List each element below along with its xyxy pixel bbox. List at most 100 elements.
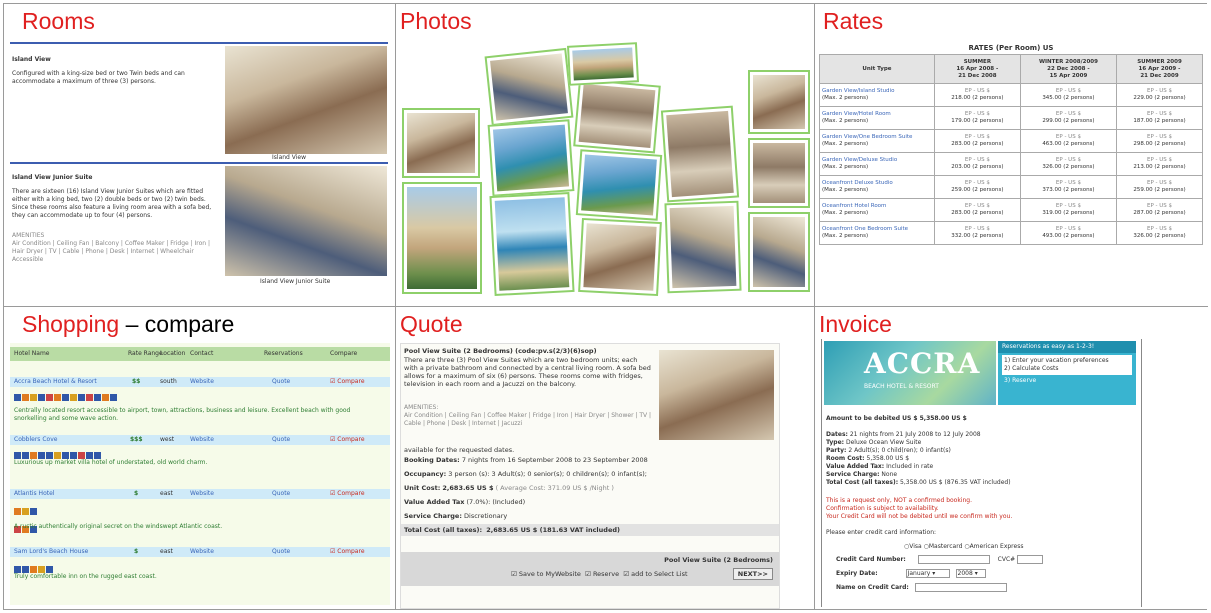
mastercard-radio[interactable]: ○Mastercard [924,543,963,550]
photo-thumb[interactable] [748,70,810,134]
compare-checkbox[interactable]: ☑ Compare [330,548,365,556]
cell-title: Photos [400,8,472,34]
unit-link[interactable]: Garden View/Island Studio [822,88,894,94]
quote-link[interactable]: Quote [272,490,290,498]
website-link[interactable]: Website [190,490,214,498]
photo-thumb[interactable] [573,78,661,154]
expiry-month-select[interactable]: January ▾ [905,569,950,578]
footer-options: ☑ Save to MyWebsite ☑ Reserve ☑ add to S… [511,570,688,578]
shopping-screenshot: Hotel Name Rate Range Location Contact R… [10,343,390,605]
footer-title: Pool View Suite (2 Bedrooms) [664,556,773,564]
cell-photos: Photos [396,4,815,307]
reserve-checkbox[interactable]: ☑ Reserve [585,570,619,578]
quote-link[interactable]: Quote [272,436,290,444]
unit-link[interactable]: Garden View/Hotel Room [822,111,891,117]
hotel-link[interactable]: Cobblers Cove [14,436,57,444]
quote-link[interactable]: Quote [272,378,290,386]
room-photo [225,46,387,154]
amenities-list: Air Condition | Ceiling Fan | Coffee Mak… [404,412,652,427]
amenities-list: Air Condition | Ceiling Fan | Balcony | … [12,240,211,263]
unit-link[interactable]: Garden View/Deluxe Studio [822,157,897,163]
cc-number-input[interactable] [917,555,990,564]
visa-radio[interactable]: ○Visa [904,543,922,550]
cc-name-input[interactable] [914,583,1007,592]
hotel-row: Accra Beach Hotel & Resort $$ south Webs… [10,377,390,387]
rates-row: Garden View/One Bedroom Suite (Max. 2 per… [819,129,1203,153]
select-list-checkbox[interactable]: ☑ add to Select List [623,570,687,578]
unit-link[interactable]: Oceanfront Hotel Room [822,203,886,209]
compare-checkbox[interactable]: ☑ Compare [330,436,365,444]
suite-desc: There are three (3) Pool View Suites whi… [404,356,651,388]
hotel-link[interactable]: Atlantis Hotel [14,490,54,498]
rates-row: Garden View/Island Studio (Max. 2 persons… [819,83,1203,107]
room-caption: Island View Junior Suite [260,278,331,285]
invoice-screenshot: ACCRA BEACH HOTEL & RESORT Reservations … [821,339,1144,607]
amenities-label: AMENITIES [12,232,45,239]
amenities-label: AMENITIES: [404,404,439,411]
total-cost: Total Cost (all taxes): 2,683.65 US $ (1… [401,524,779,536]
quote-screenshot: Pool View Suite (2 Bedrooms) (code:pv.s(… [400,343,780,609]
rates-header: WINTER 2008/2009 22 Dec 2008 - 15 Apr 20… [1019,54,1118,84]
cvc-input[interactable] [1017,555,1044,564]
hotel-row: Sam Lord's Beach House $ east Website Qu… [10,547,390,557]
service-charge: Service Charge: Discretionary [404,512,508,520]
name-row: Name on Credit Card: [836,583,1007,592]
save-checkbox[interactable]: ☑ Save to MyWebsite [511,570,581,578]
rates-row: Oceanfront Deluxe Studio (Max. 2 persons)… [819,175,1203,199]
room-photo [225,166,387,276]
rates-header: SUMMER 2009 16 Apr 2009 - 21 Dec 2009 [1116,54,1203,84]
next-button[interactable]: NEXT>> [732,568,773,580]
cell-header: Rates [815,4,1208,40]
cell-header: Invoice [815,307,1208,343]
cc-number-row: Credit Card Number: CVC# [836,555,1044,564]
website-link[interactable]: Website [190,378,214,386]
rates-header: Unit Type [819,54,935,84]
photo-thumb[interactable] [489,191,575,297]
photo-thumb[interactable] [664,200,742,294]
cell-title: Rates [823,8,884,34]
expiry-row: Expiry Date: January ▾ 2008 ▾ [836,569,986,578]
divider [10,162,388,164]
photo-thumb[interactable] [487,119,575,197]
unit-cost: Unit Cost: 2,683.65 US $ ( Average Cost:… [404,484,614,492]
website-link[interactable]: Website [190,436,214,444]
unit-link[interactable]: Garden View/One Bedroom Suite [822,134,912,140]
rates-row: Oceanfront One Bedroom Suite (Max. 2 pers… [819,221,1203,245]
warning-text: This is a request only, NOT a confirmed … [826,497,1013,520]
compare-checkbox[interactable]: ☑ Compare [330,378,365,386]
amenity-icons [14,389,118,407]
hotel-desc: A rustic authentically original secret o… [14,523,223,530]
website-link[interactable]: Website [190,548,214,556]
expiry-year-select[interactable]: 2008 ▾ [955,569,986,578]
compare-header: Hotel Name Rate Range Location Contact R… [10,347,390,361]
cell-header: Photos [396,4,814,40]
rates-header: SUMMER 16 Apr 2008 - 21 Dec 2008 [933,54,1021,84]
quote-link[interactable]: Quote [272,548,290,556]
photo-thumb[interactable] [567,42,639,86]
hotel-row: Atlantis Hotel $ east Website Quote ☑ Co… [10,489,390,499]
photo-thumb[interactable] [578,217,662,297]
amex-radio[interactable]: ○American Express [964,543,1023,550]
photo-thumb[interactable] [575,149,663,221]
hotel-link[interactable]: Sam Lord's Beach House [14,548,88,556]
rates-screenshot: RATES (Per Room) US Unit Type SUMMER 16 … [819,44,1203,302]
photo-thumb[interactable] [748,212,810,292]
hotel-link[interactable]: Accra Beach Hotel & Resort [14,378,97,386]
cell-invoice: Invoice ACCRA BEACH HOTEL & RESORT Reser… [815,307,1208,609]
compare-checkbox[interactable]: ☑ Compare [330,490,365,498]
photo-thumb[interactable] [484,47,574,127]
cell-title: Rooms [22,8,95,34]
photo-thumb[interactable] [748,138,810,208]
hotel-desc: Truly comfortable inn on the rugged east… [14,573,157,580]
invoice-details: Dates: 21 nights from 21 July 2008 to 12… [826,431,1011,486]
unit-link[interactable]: Oceanfront One Bedroom Suite [822,226,908,232]
photo-thumb[interactable] [402,182,482,294]
photo-thumb[interactable] [660,105,740,203]
cell-title: Quote [400,311,463,337]
unit-link[interactable]: Oceanfront Deluxe Studio [822,180,893,186]
amount-header: Amount to be debited US $ 5,358.00 US $ [826,415,967,422]
photo-thumb[interactable] [402,108,480,178]
hotel-desc: Centrally located resort accessible to a… [14,407,351,422]
amenity-icons [14,503,38,539]
rates-row: Garden View/Deluxe Studio (Max. 2 persons… [819,152,1203,176]
